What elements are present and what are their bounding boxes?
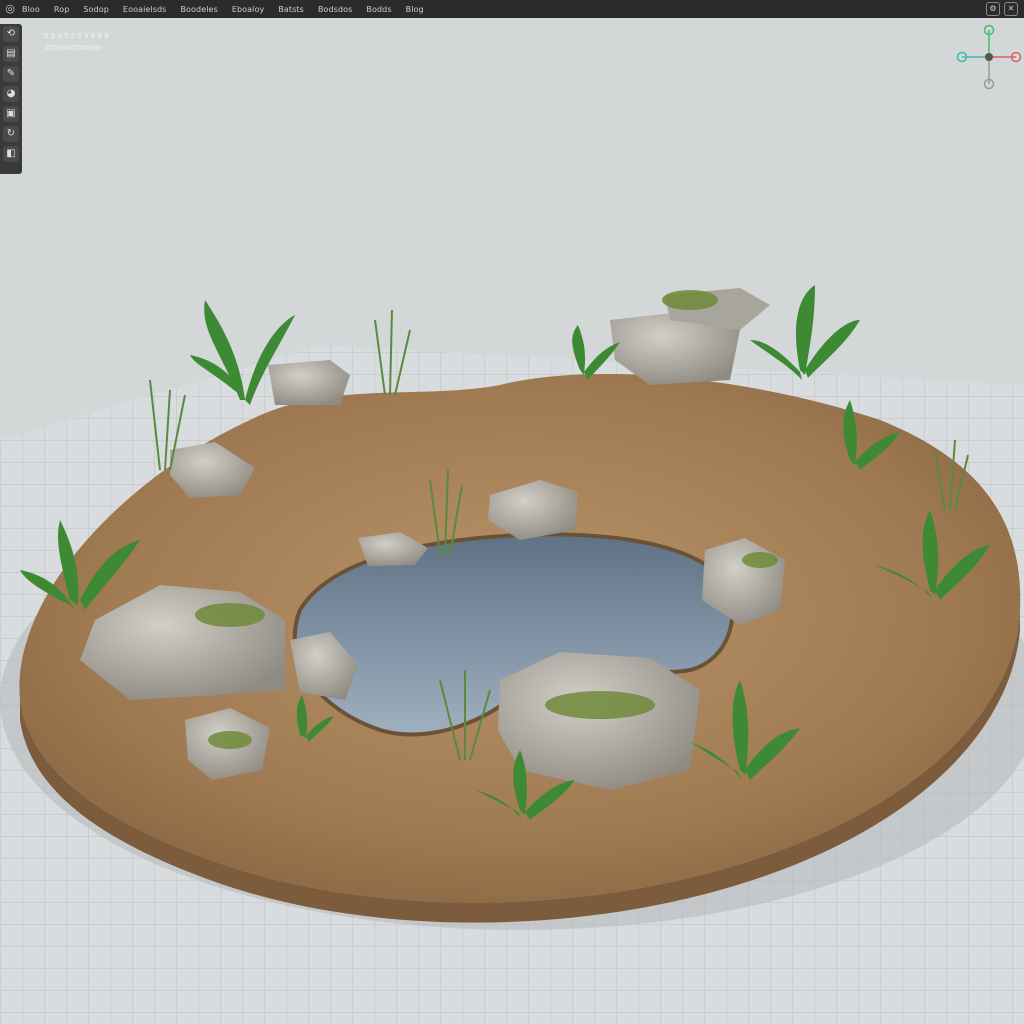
layers-tool-icon[interactable]: ▤ [3, 46, 19, 62]
material-tool-icon[interactable]: ◕ [3, 86, 19, 102]
app-logo-icon[interactable]: ◎ [4, 3, 16, 15]
viewport-info-line-1: 5 5 3 5 2 0 9 8 8 9 [44, 32, 109, 40]
menu-item-2[interactable]: Rop [54, 5, 69, 14]
window-controls: ⚙ ✕ [986, 2, 1018, 16]
menu-item-3[interactable]: Sodop [83, 5, 109, 14]
menu-bar: ◎ Bloo Rop Sodop Eooaielsds Boodeles Ebo… [0, 0, 1024, 18]
navigation-gizmo[interactable] [956, 24, 1022, 90]
refresh-tool-icon[interactable]: ↻ [3, 126, 19, 142]
close-icon[interactable]: ✕ [1004, 2, 1018, 16]
menu-item-10[interactable]: Blog [406, 5, 424, 14]
left-toolbar: ⟲ ▤ ✎ ◕ ▣ ↻ ◧ [0, 24, 22, 174]
menu-item-5[interactable]: Boodeles [180, 5, 217, 14]
menu-item-7[interactable]: Batsts [278, 5, 304, 14]
settings-icon[interactable]: ⚙ [986, 2, 1000, 16]
menu-item-6[interactable]: Eboaloy [232, 5, 264, 14]
moss-1 [662, 290, 718, 310]
clipboard-tool-icon[interactable]: ▣ [3, 106, 19, 122]
menu-item-9[interactable]: Bodds [366, 5, 391, 14]
rock-front-center [498, 652, 700, 790]
moss-3 [545, 691, 655, 719]
moss-4 [208, 731, 252, 749]
menu-item-1[interactable]: Bloo [22, 5, 40, 14]
viewport-canvas[interactable] [0, 18, 1024, 1024]
viewport-info-line-2: 3003000000000 [44, 44, 102, 52]
gizmo-center[interactable] [985, 53, 993, 61]
bucket-tool-icon[interactable]: ◧ [3, 146, 19, 162]
viewport-info: 5 5 3 5 2 0 9 8 8 9 3003000000000 [44, 30, 109, 54]
rock-back-left [268, 360, 350, 405]
menu-item-4[interactable]: Eooaielsds [123, 5, 167, 14]
brush-tool-icon[interactable]: ✎ [3, 66, 19, 82]
rotate-tool-icon[interactable]: ⟲ [3, 26, 19, 42]
moss-2 [195, 603, 265, 627]
menu-item-8[interactable]: Bodsdos [318, 5, 352, 14]
moss-5 [742, 552, 778, 568]
